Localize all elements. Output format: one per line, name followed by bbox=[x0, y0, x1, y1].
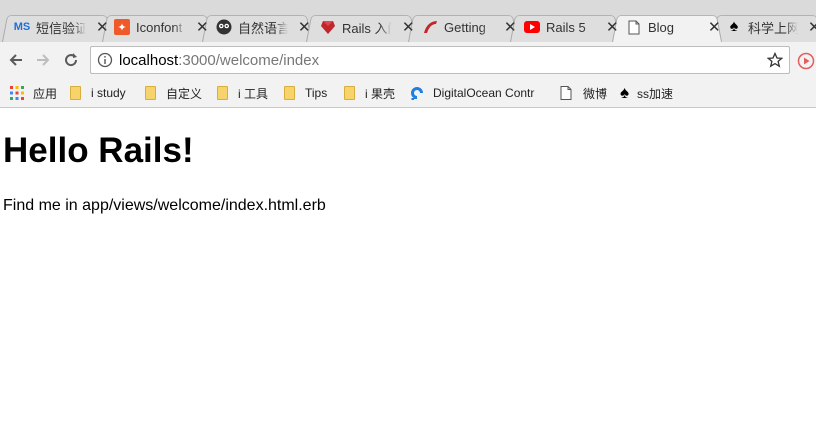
bookmark-folder-tools[interactable]: i 工具 bbox=[217, 83, 268, 103]
close-icon[interactable]: ✕ bbox=[298, 20, 311, 35]
spade-icon: ♠ bbox=[729, 18, 739, 35]
tab-rails-intro[interactable]: Rails 入门 ✕ bbox=[310, 14, 415, 40]
rails-red-icon bbox=[422, 19, 438, 35]
tab-strip: MS 短信验证 ✕ ✦ Iconfont ✕ 自然语言 ✕ Rails 入门 ✕… bbox=[0, 0, 816, 42]
tab-rails5[interactable]: Rails 5 ✕ bbox=[514, 14, 619, 40]
arrow-left-icon bbox=[9, 54, 22, 66]
bookmark-folder-study[interactable]: i study bbox=[70, 83, 126, 103]
tab-sms-verify[interactable]: MS 短信验证 ✕ bbox=[4, 14, 109, 40]
bookmark-digitalocean[interactable]: DigitalOcean Contr bbox=[409, 83, 549, 103]
bookmark-star-icon[interactable] bbox=[767, 52, 783, 68]
page-content: Hello Rails! Find me in app/views/welcom… bbox=[0, 109, 816, 436]
digitalocean-icon bbox=[411, 87, 423, 100]
tab-title: 科学上网 bbox=[748, 20, 798, 36]
bookmark-folder-tips[interactable]: Tips bbox=[284, 83, 327, 103]
bookmark-label: 自定义 bbox=[166, 86, 203, 101]
bookmark-label: 应用 bbox=[33, 86, 58, 101]
page-paragraph: Find me in app/views/welcome/index.html.… bbox=[3, 197, 326, 214]
reload-icon bbox=[65, 53, 78, 67]
iconfont-logo-icon: ✦ bbox=[114, 19, 130, 35]
tab-nlp[interactable]: 自然语言 ✕ bbox=[206, 14, 311, 40]
folder-icon bbox=[284, 86, 295, 100]
spade-icon: ♠ bbox=[620, 83, 630, 102]
bookmark-weibo[interactable]: 微博 bbox=[560, 83, 607, 103]
bookmark-label: i study bbox=[91, 86, 126, 100]
tab-title: 短信验证 bbox=[36, 20, 86, 36]
bookmark-label: 微博 bbox=[583, 86, 608, 101]
tab-title: 自然语言 bbox=[238, 20, 288, 36]
tab-getting-started[interactable]: Getting ✕ bbox=[412, 14, 517, 40]
info-icon[interactable] bbox=[97, 52, 113, 68]
page-icon bbox=[626, 19, 642, 35]
tab-iconfont[interactable]: ✦ Iconfont ✕ bbox=[104, 14, 209, 40]
url-text: localhost:3000/welcome/index bbox=[119, 52, 319, 69]
page-icon bbox=[560, 86, 572, 100]
bookmark-folder-guokr[interactable]: i 果壳 bbox=[344, 83, 395, 103]
folder-icon bbox=[145, 86, 156, 100]
bookmark-label: i 果壳 bbox=[365, 86, 396, 101]
folder-icon bbox=[217, 86, 228, 100]
tab-title: Rails 入门 bbox=[342, 20, 392, 36]
bookmark-label: DigitalOcean Contr bbox=[433, 86, 535, 100]
extension-icon[interactable] bbox=[797, 52, 815, 70]
bookmark-label: ss加速 bbox=[637, 86, 674, 101]
bookmark-apps[interactable]: 应用 bbox=[9, 83, 57, 103]
owl-icon bbox=[216, 19, 232, 35]
address-bar[interactable]: localhost:3000/welcome/index bbox=[90, 46, 790, 74]
bookmark-ss[interactable]: ♠ ss加速 bbox=[620, 83, 673, 103]
forward-button[interactable] bbox=[32, 49, 54, 71]
tab-science[interactable]: ♠ 科学上网 ✕ bbox=[716, 14, 816, 40]
bookmarks-bar: 应用 i study 自定义 i 工具 Tips i 果壳 DigitalOce… bbox=[0, 78, 816, 108]
reload-button[interactable] bbox=[60, 49, 82, 71]
url-path: :3000/welcome/index bbox=[178, 51, 320, 69]
page-heading: Hello Rails! bbox=[3, 131, 194, 170]
rails-ruby-icon bbox=[320, 19, 336, 35]
close-icon[interactable]: ✕ bbox=[808, 20, 816, 35]
arrow-right-icon bbox=[37, 54, 50, 66]
tab-blog[interactable]: Blog ✕ bbox=[616, 14, 721, 40]
folder-icon bbox=[70, 86, 81, 100]
apps-grid-icon bbox=[10, 86, 24, 100]
ms-logo-icon: MS bbox=[13, 21, 31, 33]
browser-toolbar: localhost:3000/welcome/index bbox=[0, 42, 816, 78]
tab-title: Getting bbox=[444, 19, 486, 35]
tab-title: Iconfont bbox=[136, 19, 183, 35]
youtube-icon bbox=[524, 19, 540, 35]
back-button[interactable] bbox=[5, 49, 27, 71]
tab-title: Rails 5 bbox=[546, 19, 586, 35]
bookmark-label: i 工具 bbox=[238, 86, 269, 101]
folder-icon bbox=[344, 86, 355, 100]
bookmark-folder-custom[interactable]: 自定义 bbox=[145, 83, 202, 103]
bookmark-label: Tips bbox=[305, 86, 328, 100]
tab-title: Blog bbox=[648, 19, 675, 35]
url-host: localhost bbox=[119, 51, 179, 69]
